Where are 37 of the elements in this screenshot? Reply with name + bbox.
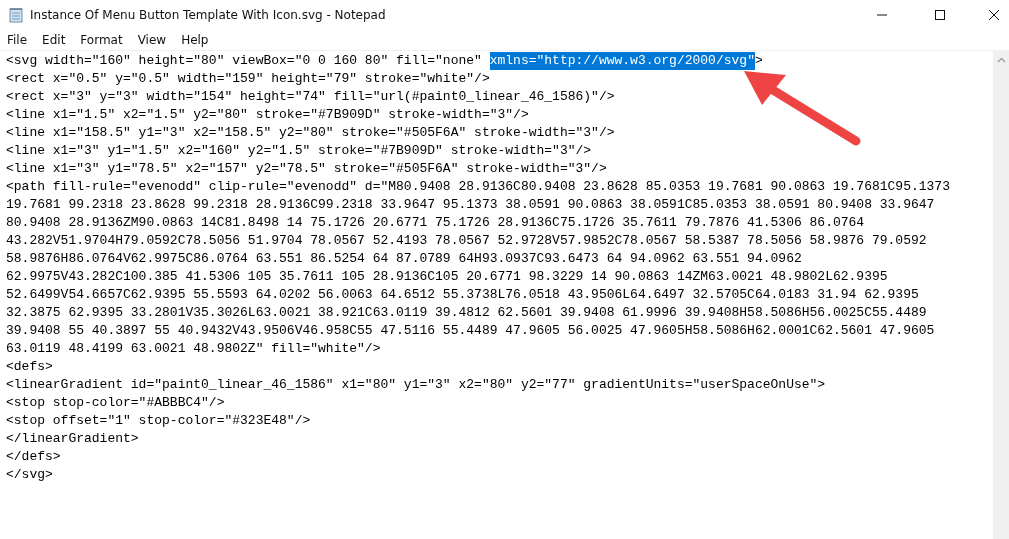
code-line: 52.6499V54.6657C62.9395 55.5593 64.0202 56.0063 64.6512 55.3738L76.0518 43.9506L64.6497 32.5705C64.0183 31.94 62.9395 (6, 286, 920, 304)
code-line: 39.9408 55 40.3897 55 40.9432V43.9506V46.958C55 47.5116 55.4489 47.9605 56.0025 47.9605H58.5086H62.0001C62.5601 47.9605 (6, 322, 936, 340)
maximize-icon (935, 10, 945, 20)
menu-item[interactable]: Format (75, 33, 128, 47)
code-line: <linearGradient id="paint0_linear_46_1586" x1="80" y1="3" x2="80" y2="77" gradientUnits="userSpaceOnUse"> (6, 376, 827, 394)
code-line: 62.9975V43.282C100.385 41.5306 105 35.7611 105 28.9136C105 20.6771 98.3229 14 90.0863 14ZM63.0021 48.9802L62.9395 (6, 268, 889, 286)
code-line: 43.282V51.9704H79.0592C78.5056 51.9704 78.0567 52.4193 78.0567 52.9728V57.9852C78.0567 58.5387 78.5056 58.9876 79.0592 (6, 232, 928, 250)
code-line: 32.3875 62.9395 33.2801V35.3026L63.0021 38.921C63.0119 39.4812 62.5601 39.9408 61.9996 39.9408H58.5086H56.0025C55.4489 (6, 304, 928, 322)
selected-text: xmlns="http://www.w3.org/2000/svg" (489, 52, 755, 70)
menu-item[interactable]: View (132, 33, 172, 47)
code-line: <stop stop-color="#ABBBC4"/> (6, 394, 226, 412)
code-line: <stop offset="1" stop-color="#323E48"/> (6, 412, 312, 430)
code-line: 63.0119 48.4199 63.0021 48.9802Z" fill="white"/> (6, 340, 382, 358)
window-title: Instance Of Menu Button Template With Icon.svg - Notepad (30, 8, 386, 22)
scroll-up-icon[interactable] (996, 57, 1006, 63)
code-line: </defs> (6, 448, 62, 466)
code-line: 80.9408 28.9136ZM90.0863 14C81.8498 14 75.1726 20.6771 75.1726 28.9136C75.1726 35.7611 79.7876 41.5306 86.0764 (6, 214, 866, 232)
notepad-icon (8, 7, 24, 23)
code-line: </svg> (6, 466, 54, 484)
code-line: <rect x="3" y="3" width="154" height="74" fill="url(#paint0_linear_46_1586)"/> (6, 88, 616, 106)
code-line: 58.9876H86.0764V62.9975C86.0764 63.551 86.5254 64 87.0789 64H93.0937C93.6473 64 94.0962 63.551 94.0962 (6, 250, 803, 268)
code-text: <svg width="160" height="80" viewBox="0 0 160 80" fill="none" (6, 52, 483, 70)
menu-item[interactable]: Help (176, 33, 214, 47)
menu-item[interactable]: Edit (37, 33, 71, 47)
menu-item[interactable]: File (2, 33, 33, 47)
code-line: 19.7681 99.2318 23.8628 99.2318 28.9136C99.2318 33.9647 95.1373 38.0591 90.0863 38.0591C85.0353 38.0591 80.9408 33.9647 (6, 196, 936, 214)
scrollbar[interactable] (993, 51, 1009, 539)
code-line: <line x1="3" y1="78.5" x2="157" y2="78.5" stroke="#505F6A" stroke-width="3"/> (6, 160, 608, 178)
code-line: <path fill-rule="evenodd" clip-rule="evenodd" d="M80.9408 28.9136C80.9408 23.8628 85.0353 19.7681 90.0863 19.7681C95.1373 (6, 178, 951, 196)
code-line: <line x1="3" y1="1.5" x2="160" y2="1.5" stroke="#7B909D" stroke-width="3"/> (6, 142, 593, 160)
code-line: <line x1="158.5" y1="3" x2="158.5" y2="80" stroke="#505F6A" stroke-width="3"/> (6, 124, 616, 142)
code-line: <defs> (6, 358, 54, 376)
code-text: > (754, 52, 763, 70)
close-icon (989, 10, 999, 20)
code-line: </linearGradient> (6, 430, 140, 448)
code-line: <rect x="0.5" y="0.5" width="159" height="79" stroke="white"/> (6, 70, 491, 88)
code-line: <line x1="1.5" x2="1.5" y2="80" stroke="#7B909D" stroke-width="3"/> (6, 106, 530, 124)
